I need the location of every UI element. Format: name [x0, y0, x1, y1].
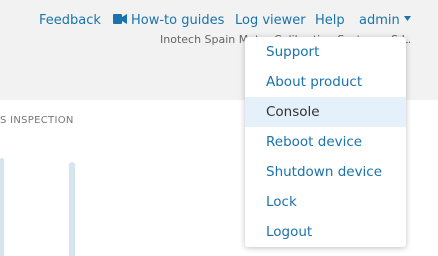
panel-title: S INSPECTION — [0, 115, 74, 126]
menu-item-console[interactable]: Console — [245, 97, 406, 127]
user-dropdown-menu: Support About product Console Reboot dev… — [245, 37, 406, 247]
menu-item-reboot-device[interactable]: Reboot device — [245, 127, 406, 157]
menu-item-support[interactable]: Support — [245, 37, 406, 67]
user-name: admin — [359, 13, 400, 28]
antenna-graphic — [69, 162, 75, 256]
caret-down-icon — [403, 16, 411, 21]
video-camera-icon — [113, 14, 127, 24]
log-viewer-link[interactable]: Log viewer — [235, 12, 306, 30]
antenna-graphic — [0, 158, 4, 256]
menu-item-shutdown-device[interactable]: Shutdown device — [245, 157, 406, 187]
user-menu-button[interactable]: admin — [359, 12, 412, 30]
menu-item-about-product[interactable]: About product — [245, 67, 406, 97]
how-to-guides-label: How-to guides — [131, 13, 225, 28]
menu-item-logout[interactable]: Logout — [245, 217, 406, 247]
menu-item-lock[interactable]: Lock — [245, 187, 406, 217]
how-to-guides-link[interactable]: How-to guides — [113, 12, 224, 30]
feedback-link[interactable]: Feedback — [39, 12, 101, 30]
help-link[interactable]: Help — [315, 12, 345, 30]
